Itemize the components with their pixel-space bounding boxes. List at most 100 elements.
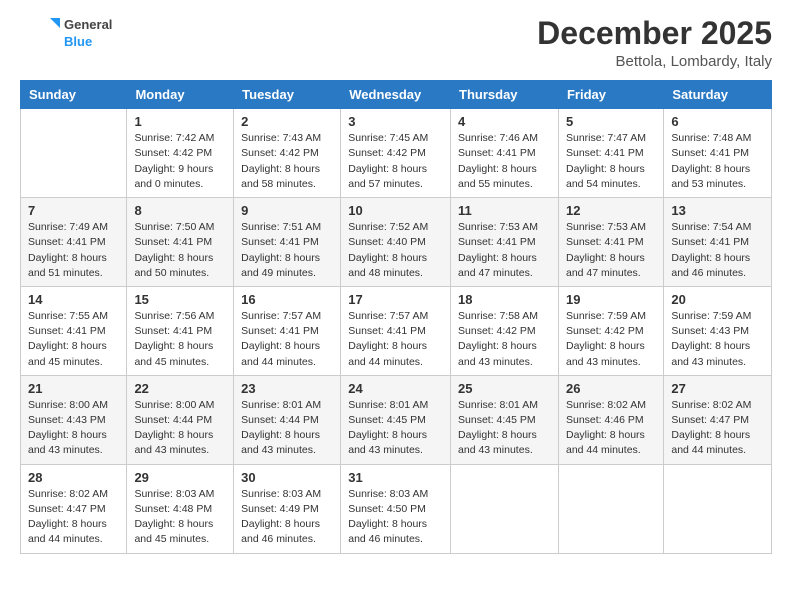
table-row: 28 Sunrise: 8:02 AMSunset: 4:47 PMDayligh… [21, 464, 127, 553]
cell-line: and 46 minutes. [348, 533, 423, 545]
cell-line: Daylight: 8 hours [458, 252, 537, 264]
table-row: 11Sunrise: 7:53 AMSunset: 4:41 PMDayligh… [451, 198, 559, 287]
cell-line: Sunset: 4:42 PM [241, 147, 319, 159]
cell-line: and 43 minutes. [134, 444, 209, 456]
day-number: 21 [28, 381, 119, 396]
cell-line: Sunrise: 7:59 AM [671, 310, 751, 322]
col-monday: Monday [127, 81, 234, 109]
cell-line: Sunrise: 8:01 AM [348, 399, 428, 411]
cell-line: Sunset: 4:43 PM [671, 325, 749, 337]
cell-line: and 50 minutes. [134, 267, 209, 279]
col-sunday: Sunday [21, 81, 127, 109]
table-row: 29Sunrise: 8:03 AMSunset: 4:48 PMDayligh… [127, 464, 234, 553]
table-row: 23 Sunrise: 8:01 AMSunset: 4:44 PMDayligh… [234, 375, 341, 464]
day-number: 12 [566, 203, 656, 218]
cell-line: Daylight: 8 hours [134, 429, 213, 441]
cell-line: Sunset: 4:41 PM [134, 325, 212, 337]
cell-line: and 44 minutes. [671, 444, 746, 456]
col-saturday: Saturday [664, 81, 772, 109]
table-row: 20 Sunrise: 7:59 AM Sunset: 4:43 PM Dayligh… [664, 286, 772, 375]
day-number: 18 [458, 292, 551, 307]
cell-line: and 57 minutes. [348, 178, 423, 190]
cell-line: and 51 minutes. [28, 267, 103, 279]
day-number: 23 [241, 381, 333, 396]
cell-line: Sunset: 4:42 PM [458, 325, 536, 337]
cell-info: Sunrise: 7:57 AMSunset: 4:41 PMDaylight:… [241, 309, 333, 370]
cell-line: and 47 minutes. [566, 267, 641, 279]
day-number: 20 [671, 292, 764, 307]
cell-line: and 46 minutes. [241, 533, 316, 545]
cell-line: Sunset: 4:41 PM [241, 325, 319, 337]
cell-info: Sunrise: 7:59 AMSunset: 4:42 PMDaylight:… [566, 309, 656, 370]
cell-line: Sunset: 4:41 PM [458, 236, 536, 248]
table-row: 7Sunrise: 7:49 AMSunset: 4:41 PMDaylight… [21, 198, 127, 287]
cell-line: Daylight: 8 hours [348, 518, 427, 530]
cell-line: Sunset: 4:42 PM [566, 325, 644, 337]
calendar-week-row: 7Sunrise: 7:49 AMSunset: 4:41 PMDaylight… [21, 198, 772, 287]
page: General Blue December 2025 Bettola, Lomb… [0, 0, 792, 612]
day-number: 2 [241, 114, 333, 129]
table-row: 12 Sunrise: 7:53 AMSunset: 4:41 PMDayligh… [558, 198, 663, 287]
cell-info: Sunrise: 7:47 AMSunset: 4:41 PMDaylight:… [566, 131, 656, 192]
day-number: 27 [671, 381, 764, 396]
table-row: 13Sunrise: 7:54 AMSunset: 4:41 PMDayligh… [664, 198, 772, 287]
day-number: 8 [134, 203, 226, 218]
cell-line: Daylight: 8 hours [28, 518, 107, 530]
cell-line: Daylight: 8 hours [671, 429, 750, 441]
col-friday: Friday [558, 81, 663, 109]
cell-line: and 43 minutes. [671, 356, 746, 368]
cell-info: Sunrise: 8:03 AMSunset: 4:48 PMDaylight:… [134, 487, 226, 548]
cell-info: Sunrise: 8:01 AMSunset: 4:44 PMDaylight:… [241, 398, 333, 459]
cell-info: Sunrise: 7:58 AMSunset: 4:42 PMDaylight:… [458, 309, 551, 370]
cell-line: Sunrise: 8:01 AM [241, 399, 321, 411]
calendar-header-row: Sunday Monday Tuesday Wednesday Thursday… [21, 81, 772, 109]
header: General Blue December 2025 Bettola, Lomb… [20, 16, 772, 70]
cell-info: Sunrise: 8:03 AMSunset: 4:50 PMDaylight:… [348, 487, 443, 548]
logo-general-text: General [64, 17, 112, 34]
cell-line: Daylight: 8 hours [28, 252, 107, 264]
table-row: 30Sunrise: 8:03 AMSunset: 4:49 PMDayligh… [234, 464, 341, 553]
cell-line: and 49 minutes. [241, 267, 316, 279]
cell-info: Sunrise: 7:52 AMSunset: 4:40 PMDaylight:… [348, 220, 443, 281]
cell-line: Sunset: 4:41 PM [241, 236, 319, 248]
cell-line: Sunrise: 7:43 AM [241, 132, 321, 144]
day-number: 16 [241, 292, 333, 307]
cell-line: Sunset: 4:46 PM [566, 414, 644, 426]
cell-line: Sunrise: 7:52 AM [348, 221, 428, 233]
table-row: 2Sunrise: 7:43 AMSunset: 4:42 PMDaylight… [234, 109, 341, 198]
cell-line: Sunset: 4:41 PM [671, 236, 749, 248]
cell-line: Sunrise: 7:48 AM [671, 132, 751, 144]
cell-line: Sunset: 4:41 PM [348, 325, 426, 337]
cell-info: Sunrise: 8:01 AMSunset: 4:45 PMDaylight:… [458, 398, 551, 459]
day-number: 10 [348, 203, 443, 218]
cell-line: Sunset: 4:42 PM [348, 147, 426, 159]
day-number: 31 [348, 470, 443, 485]
day-number: 22 [134, 381, 226, 396]
day-number: 28 [28, 470, 119, 485]
day-number: 19 [566, 292, 656, 307]
cell-line: Daylight: 8 hours [671, 340, 750, 352]
cell-line: Sunrise: 8:03 AM [241, 488, 321, 500]
cell-info: Sunrise: 8:02 AMSunset: 4:47 PMDaylight:… [671, 398, 764, 459]
cell-info: Sunrise: 8:02 AMSunset: 4:47 PMDaylight:… [28, 487, 119, 548]
cell-line: and 45 minutes. [134, 356, 209, 368]
cell-info: Sunrise: 7:46 AMSunset: 4:41 PMDaylight:… [458, 131, 551, 192]
cell-line: Sunrise: 7:46 AM [458, 132, 538, 144]
cell-line: Daylight: 8 hours [241, 252, 320, 264]
title-block: December 2025 Bettola, Lombardy, Italy [537, 16, 772, 70]
calendar-week-row: 28 Sunrise: 8:02 AMSunset: 4:47 PMDayligh… [21, 464, 772, 553]
cell-line: and 44 minutes. [348, 356, 423, 368]
cell-info: Sunrise: 7:53 AMSunset: 4:41 PMDaylight:… [566, 220, 656, 281]
cell-line: Daylight: 8 hours [458, 163, 537, 175]
table-row: 16 Sunrise: 7:57 AMSunset: 4:41 PMDayligh… [234, 286, 341, 375]
table-row: 14Sunrise: 7:55 AMSunset: 4:41 PMDayligh… [21, 286, 127, 375]
cell-line: and 45 minutes. [134, 533, 209, 545]
logo-svg [20, 16, 60, 52]
cell-line: Sunset: 4:45 PM [458, 414, 536, 426]
cell-line: Sunrise: 7:45 AM [348, 132, 428, 144]
cell-line: Sunrise: 8:02 AM [671, 399, 751, 411]
cell-line: Sunrise: 7:50 AM [134, 221, 214, 233]
location-subtitle: Bettola, Lombardy, Italy [537, 53, 772, 70]
cell-line: Sunrise: 7:57 AM [348, 310, 428, 322]
table-row [558, 464, 663, 553]
